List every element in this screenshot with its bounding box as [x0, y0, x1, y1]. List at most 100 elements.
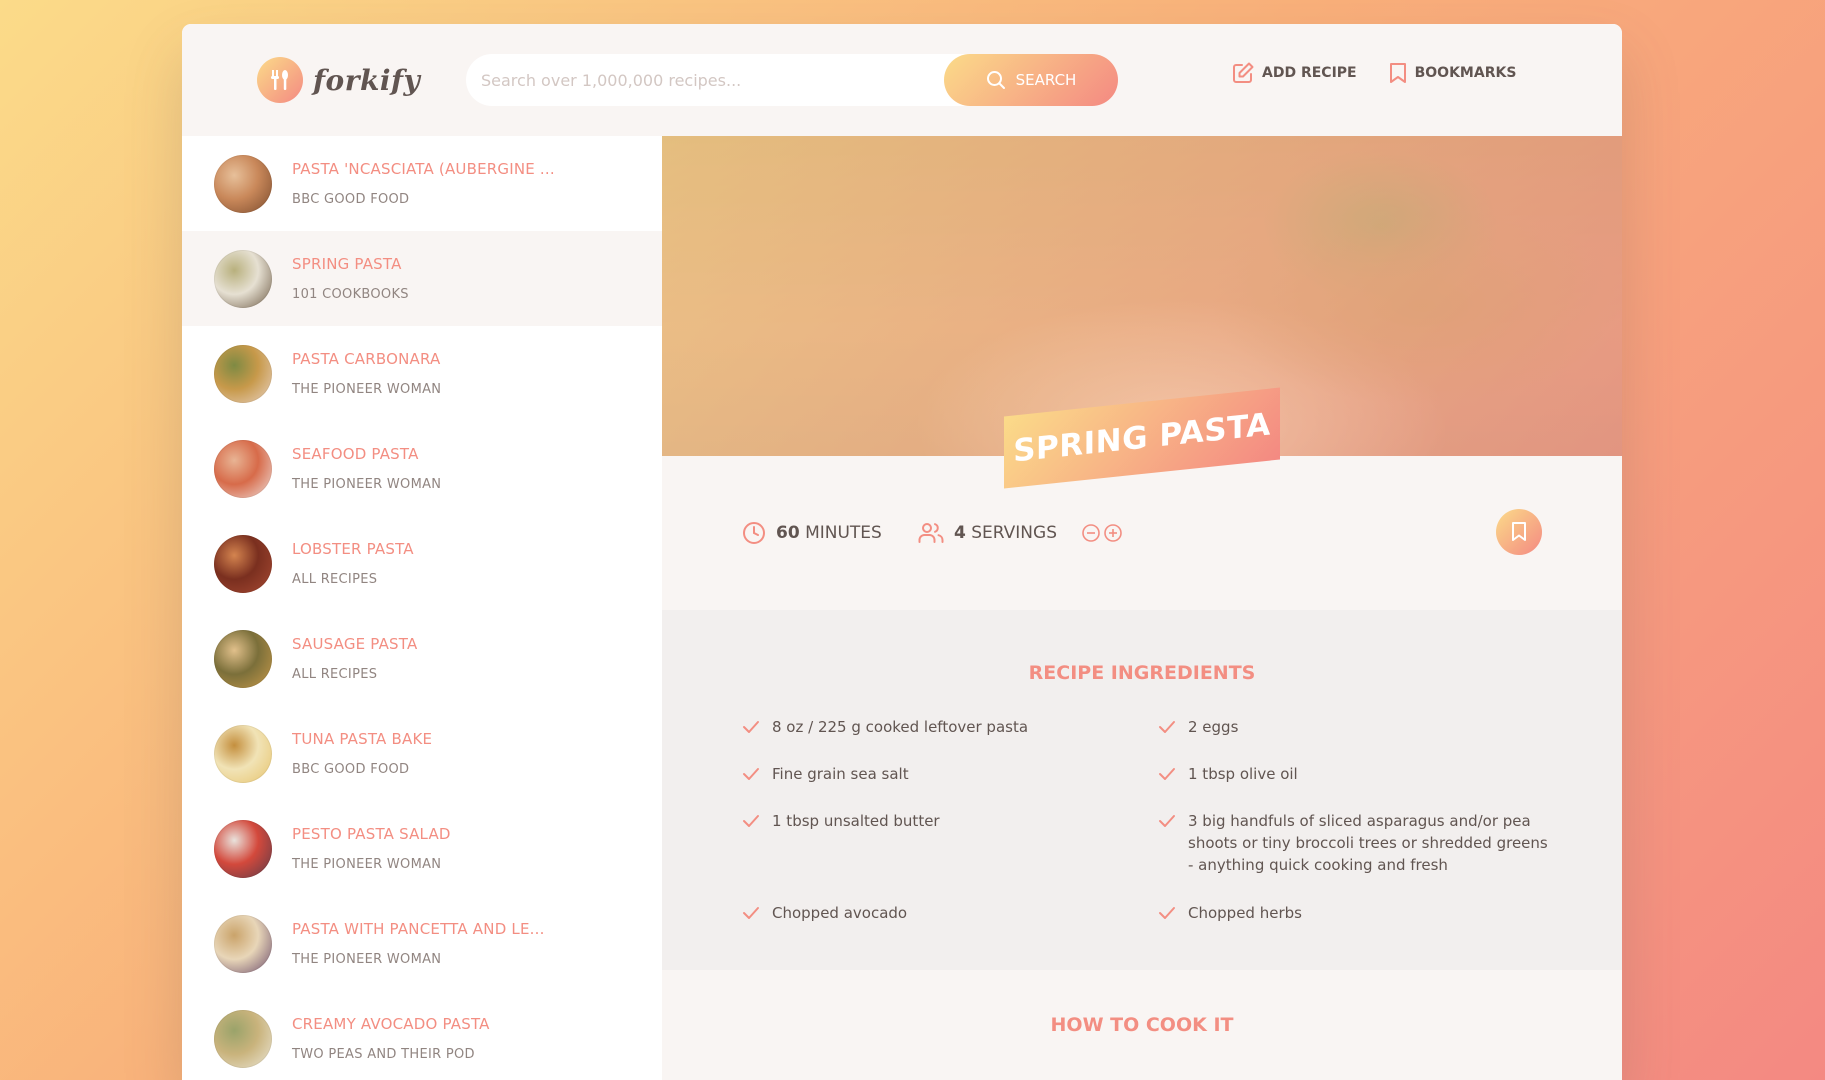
- ingredient-item: Fine grain sea salt: [742, 763, 909, 785]
- search-results: Pasta 'ncasciata (aubergine ... BBC Good …: [182, 136, 662, 1080]
- result-item[interactable]: Seafood Pasta The Pioneer Woman: [182, 421, 662, 516]
- ingredient-text: 8 oz / 225 g cooked leftover pasta: [772, 718, 1029, 736]
- result-item[interactable]: Pesto Pasta Salad The Pioneer Woman: [182, 801, 662, 896]
- directions-heading: How to cook it: [1050, 1014, 1234, 1036]
- result-title: Pesto Pasta Salad: [292, 825, 451, 843]
- ingredient-item: 2 eggs: [1158, 716, 1238, 738]
- header: forkify Search Add recipe: [182, 24, 1622, 136]
- bookmarks-button[interactable]: Bookmarks: [1389, 62, 1516, 84]
- result-item[interactable]: Spring Pasta 101 Cookbooks: [182, 231, 662, 326]
- clock-icon: [743, 522, 765, 544]
- result-text: Seafood Pasta The Pioneer Woman: [292, 445, 441, 492]
- check-icon: [742, 716, 760, 738]
- check-icon: [1158, 763, 1176, 785]
- result-text: Sausage Pasta All Recipes: [292, 635, 417, 682]
- ingredients-section: Recipe ingredients 8 oz / 225 g cooked l…: [662, 610, 1622, 970]
- bookmark-icon: [1512, 522, 1526, 541]
- decrease-servings-button[interactable]: [1081, 523, 1101, 543]
- check-icon: [742, 902, 760, 924]
- servings-unit: servings: [971, 523, 1057, 543]
- edit-icon: [1233, 62, 1254, 83]
- result-publisher: All Recipes: [292, 572, 378, 587]
- result-title: Pasta with Pancetta and Le...: [292, 920, 545, 938]
- result-thumbnail: [214, 1009, 272, 1068]
- ingredient-item: 3 big handfuls of sliced asparagus and/o…: [1158, 810, 1548, 876]
- minus-circle-icon: [1082, 524, 1100, 542]
- result-thumbnail: [214, 154, 272, 213]
- add-recipe-label: Add recipe: [1262, 65, 1357, 81]
- result-thumbnail: [214, 724, 272, 783]
- result-title: Pasta Carbonara: [292, 350, 441, 368]
- result-thumbnail: [214, 629, 272, 688]
- result-item[interactable]: Creamy Avocado Pasta Two Peas and Their P…: [182, 991, 662, 1080]
- recipe-view: Spring Pasta 60 minutes 4 servings: [662, 136, 1622, 1080]
- result-title: Pasta 'ncasciata (aubergine ...: [292, 160, 555, 178]
- result-publisher: BBC Good Food: [292, 762, 410, 777]
- plus-circle-icon: [1104, 524, 1122, 542]
- cooking-time-unit: minutes: [805, 523, 882, 543]
- logo[interactable]: forkify: [257, 57, 420, 103]
- result-item[interactable]: Tuna Pasta Bake BBC Good Food: [182, 706, 662, 801]
- result-title: Lobster Pasta: [292, 540, 414, 558]
- result-publisher: BBC Good Food: [292, 192, 410, 207]
- ingredients-heading: Recipe ingredients: [1028, 662, 1256, 684]
- ingredient-text: 3 big handfuls of sliced asparagus and/o…: [1188, 812, 1548, 874]
- result-text: Pasta Carbonara The Pioneer Woman: [292, 350, 441, 397]
- result-text: Pesto Pasta Salad The Pioneer Woman: [292, 825, 451, 872]
- result-item[interactable]: Pasta 'ncasciata (aubergine ... BBC Good …: [182, 136, 662, 231]
- ingredient-text: Fine grain sea salt: [772, 765, 909, 783]
- search-button-label: Search: [1015, 71, 1077, 89]
- result-publisher: Two Peas and Their Pod: [292, 1047, 475, 1062]
- result-title: Seafood Pasta: [292, 445, 419, 463]
- increase-servings-button[interactable]: [1103, 523, 1123, 543]
- result-item[interactable]: Pasta Carbonara The Pioneer Woman: [182, 326, 662, 421]
- result-title: Tuna Pasta Bake: [292, 730, 433, 748]
- top-nav: Add recipe Bookmarks: [1232, 62, 1516, 84]
- check-icon: [1158, 810, 1176, 832]
- result-thumbnail: [214, 249, 272, 308]
- app-container: forkify Search Add recipe: [182, 24, 1622, 1080]
- fork-knife-icon: [257, 57, 303, 103]
- result-title: Sausage Pasta: [292, 635, 418, 653]
- bookmark-recipe-button[interactable]: [1496, 509, 1542, 555]
- results-list: Pasta 'ncasciata (aubergine ... BBC Good …: [182, 136, 662, 1080]
- result-text: Pasta 'ncasciata (aubergine ... BBC Good …: [292, 160, 555, 207]
- ingredient-text: Chopped herbs: [1188, 904, 1302, 922]
- result-publisher: The Pioneer Woman: [292, 857, 442, 872]
- result-publisher: The Pioneer Woman: [292, 477, 442, 492]
- ingredient-item: 1 tbsp olive oil: [1158, 763, 1298, 785]
- servings-value: 4: [954, 523, 966, 543]
- result-thumbnail: [214, 819, 272, 878]
- result-thumbnail: [214, 914, 272, 973]
- search-icon: [986, 71, 1005, 89]
- users-icon: [918, 523, 944, 543]
- cooking-time: 60 minutes: [742, 521, 882, 545]
- ingredient-text: Chopped avocado: [772, 904, 908, 922]
- result-publisher: 101 Cookbooks: [292, 287, 409, 302]
- ingredient-item: Chopped herbs: [1158, 902, 1302, 924]
- result-item[interactable]: Sausage Pasta All Recipes: [182, 611, 662, 706]
- logo-text: forkify: [313, 63, 421, 97]
- check-icon: [742, 763, 760, 785]
- ingredient-item: 1 tbsp unsalted butter: [742, 810, 940, 832]
- result-text: Tuna Pasta Bake BBC Good Food: [292, 730, 432, 777]
- check-icon: [1158, 902, 1176, 924]
- result-item[interactable]: Pasta with Pancetta and Le... The Pioneer…: [182, 896, 662, 991]
- recipe-details: 60 minutes 4 servings: [662, 456, 1622, 610]
- result-publisher: All Recipes: [292, 667, 378, 682]
- result-text: Pasta with Pancetta and Le... The Pioneer…: [292, 920, 545, 967]
- cooking-time-value: 60: [776, 523, 800, 543]
- ingredient-text: 1 tbsp olive oil: [1188, 765, 1298, 783]
- check-icon: [1158, 716, 1176, 738]
- servings: 4 servings: [918, 521, 1123, 545]
- ingredient-item: Chopped avocado: [742, 902, 907, 924]
- search-input[interactable]: [481, 70, 951, 90]
- add-recipe-button[interactable]: Add recipe: [1232, 62, 1357, 84]
- bookmark-icon: [1389, 63, 1406, 83]
- search-button[interactable]: Search: [944, 54, 1118, 106]
- check-icon: [742, 810, 760, 832]
- ingredient-item: 8 oz / 225 g cooked leftover pasta: [742, 716, 1028, 738]
- ingredient-text: 1 tbsp unsalted butter: [772, 812, 940, 830]
- ingredient-text: 2 eggs: [1188, 718, 1239, 736]
- result-item[interactable]: Lobster Pasta All Recipes: [182, 516, 662, 611]
